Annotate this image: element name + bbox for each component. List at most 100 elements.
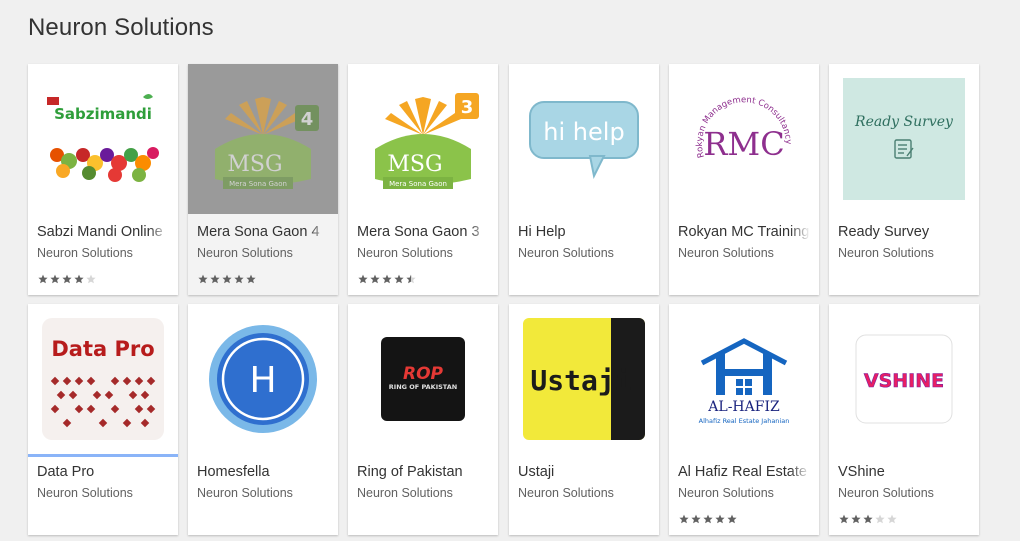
app-card-mera-sona-gaon-4[interactable]: MSG Mera Sona Gaon 4 Mera Sona Gaon 4 Ne… — [188, 64, 338, 295]
homesfella-logo-text: H — [249, 360, 276, 401]
msg4-logo-sub: Mera Sona Gaon — [229, 180, 287, 188]
star-icon — [50, 274, 60, 284]
star-icon — [358, 274, 368, 284]
app-title[interactable]: Ring of Pakistan — [357, 464, 489, 480]
app-developer[interactable]: Neuron Solutions — [197, 246, 293, 260]
app-title[interactable]: Ready Survey — [838, 224, 970, 240]
msg4-logo: MSG Mera Sona Gaon 4 — [215, 97, 319, 189]
app-developer[interactable]: Neuron Solutions — [518, 486, 614, 500]
app-icon: Rokyan Management Consultancy RMC — [669, 64, 819, 214]
app-developer[interactable]: Neuron Solutions — [678, 246, 774, 260]
star-icon — [210, 274, 220, 284]
sabzimandi-logo-text: Sabzimandi — [54, 105, 152, 123]
rating-stars — [38, 274, 96, 286]
app-title[interactable]: Data Pro — [37, 464, 169, 480]
rmc-logo: Rokyan Management Consultancy RMC — [695, 95, 793, 163]
app-icon: H — [188, 304, 338, 454]
hi-help-bubble: hi help — [529, 101, 639, 180]
star-icon — [38, 274, 48, 284]
app-icon: Ustaji — [509, 304, 659, 454]
app-card-mera-sona-gaon-3[interactable]: MSG Mera Sona Gaon 3 Mera Sona Gaon 3 Ne… — [348, 64, 498, 295]
star-icon — [851, 514, 861, 524]
selected-indicator — [28, 454, 178, 457]
app-title[interactable]: Homesfella — [197, 464, 329, 480]
app-icon: ROP RING OF PAKISTAN — [348, 304, 498, 454]
hi-help-logo-text: hi help — [543, 118, 624, 146]
app-title[interactable]: Hi Help — [518, 224, 650, 240]
al-hafiz-logo-text: AL-HAFIZ — [707, 399, 780, 415]
star-icon — [246, 274, 256, 284]
rating-stars — [679, 514, 737, 526]
app-icon: Sabzimandi — [28, 64, 178, 214]
rating-stars — [198, 274, 256, 286]
rating-stars — [839, 514, 897, 526]
rating-stars — [358, 274, 416, 286]
al-hafiz-logo: AL-HAFIZ Alhafiz Real Estate Jahanian — [699, 338, 789, 425]
app-icon: Ready Survey — [829, 64, 979, 214]
app-title[interactable]: Ustaji — [518, 464, 650, 480]
app-card-sabzi-mandi[interactable]: Sabzimandi Sabzi Mandi Online Neuron Sol… — [28, 64, 178, 295]
app-developer[interactable]: Neuron Solutions — [838, 486, 934, 500]
app-title[interactable]: Rokyan MC Training — [678, 224, 810, 240]
app-title[interactable]: Mera Sona Gaon 4 — [197, 224, 329, 240]
star-icon — [86, 274, 96, 284]
app-card-homesfella[interactable]: H Homesfella Neuron Solutions — [188, 304, 338, 535]
star-icon — [679, 514, 689, 524]
star-icon — [406, 274, 416, 284]
star-icon — [691, 514, 701, 524]
star-icon — [839, 514, 849, 524]
app-card-rokyan-mc[interactable]: Rokyan Management Consultancy RMC Rokyan… — [669, 64, 819, 295]
star-icon — [370, 274, 380, 284]
app-title[interactable]: Sabzi Mandi Online — [37, 224, 169, 240]
app-icon: hi help — [509, 64, 659, 214]
data-pro-logo-text: Data Pro — [51, 337, 154, 361]
ustaji-logo-text: Ustaji — [530, 364, 631, 397]
app-title[interactable]: VShine — [838, 464, 970, 480]
app-title[interactable]: Al Hafiz Real Estate — [678, 464, 810, 480]
app-card-hi-help[interactable]: hi help Hi Help Neuron Solutions — [509, 64, 659, 295]
app-developer[interactable]: Neuron Solutions — [518, 246, 614, 260]
page-title: Neuron Solutions — [28, 14, 214, 41]
app-developer[interactable]: Neuron Solutions — [678, 486, 774, 500]
app-icon: MSG Mera Sona Gaon 4 — [188, 64, 338, 214]
app-card-ready-survey[interactable]: Ready Survey Ready Survey Neuron Solutio… — [829, 64, 979, 295]
app-card-data-pro[interactable]: Data Pro Data Pro Neuron Solutions — [28, 304, 178, 535]
data-pro-logo: Data Pro — [42, 318, 164, 440]
star-icon — [198, 274, 208, 284]
vshine-logo: VSHINE — [855, 334, 953, 424]
ready-survey-logo: Ready Survey — [843, 78, 965, 200]
app-card-vshine[interactable]: VSHINE VShine Neuron Solutions — [829, 304, 979, 535]
homesfella-logo: H — [209, 325, 317, 433]
app-developer[interactable]: Neuron Solutions — [37, 486, 133, 500]
star-icon — [863, 514, 873, 524]
app-developer[interactable]: Neuron Solutions — [357, 246, 453, 260]
star-icon — [234, 274, 244, 284]
star-icon — [222, 274, 232, 284]
msg4-logo-text: MSG — [227, 152, 282, 177]
app-title[interactable]: Mera Sona Gaon 3 — [357, 224, 489, 240]
msg3-logo-number: 3 — [461, 97, 474, 118]
app-developer[interactable]: Neuron Solutions — [197, 486, 293, 500]
app-card-ring-of-pakistan[interactable]: ROP RING OF PAKISTAN Ring of Pakistan Ne… — [348, 304, 498, 535]
rop-logo: ROP RING OF PAKISTAN — [381, 337, 465, 421]
ustaji-logo: Ustaji — [523, 318, 645, 440]
star-icon — [394, 274, 404, 284]
ready-survey-logo-text: Ready Survey — [854, 114, 954, 130]
msg3-logo: MSG Mera Sona Gaon 3 — [375, 93, 479, 189]
app-card-al-hafiz[interactable]: AL-HAFIZ Alhafiz Real Estate Jahanian Al… — [669, 304, 819, 535]
rmc-logo-text: RMC — [703, 125, 784, 163]
sabzimandi-logo: Sabzimandi — [47, 94, 159, 182]
app-icon: VSHINE — [829, 304, 979, 454]
app-card-ustaji[interactable]: Ustaji Ustaji Neuron Solutions — [509, 304, 659, 535]
star-icon — [887, 514, 897, 524]
app-developer[interactable]: Neuron Solutions — [37, 246, 133, 260]
app-developer[interactable]: Neuron Solutions — [357, 486, 453, 500]
star-icon — [875, 514, 885, 524]
app-developer[interactable]: Neuron Solutions — [838, 246, 934, 260]
star-icon — [715, 514, 725, 524]
star-icon — [74, 274, 84, 284]
app-icon: Data Pro — [28, 304, 178, 454]
msg4-logo-number: 4 — [301, 109, 314, 130]
star-icon — [727, 514, 737, 524]
msg3-logo-sub: Mera Sona Gaon — [389, 180, 447, 188]
